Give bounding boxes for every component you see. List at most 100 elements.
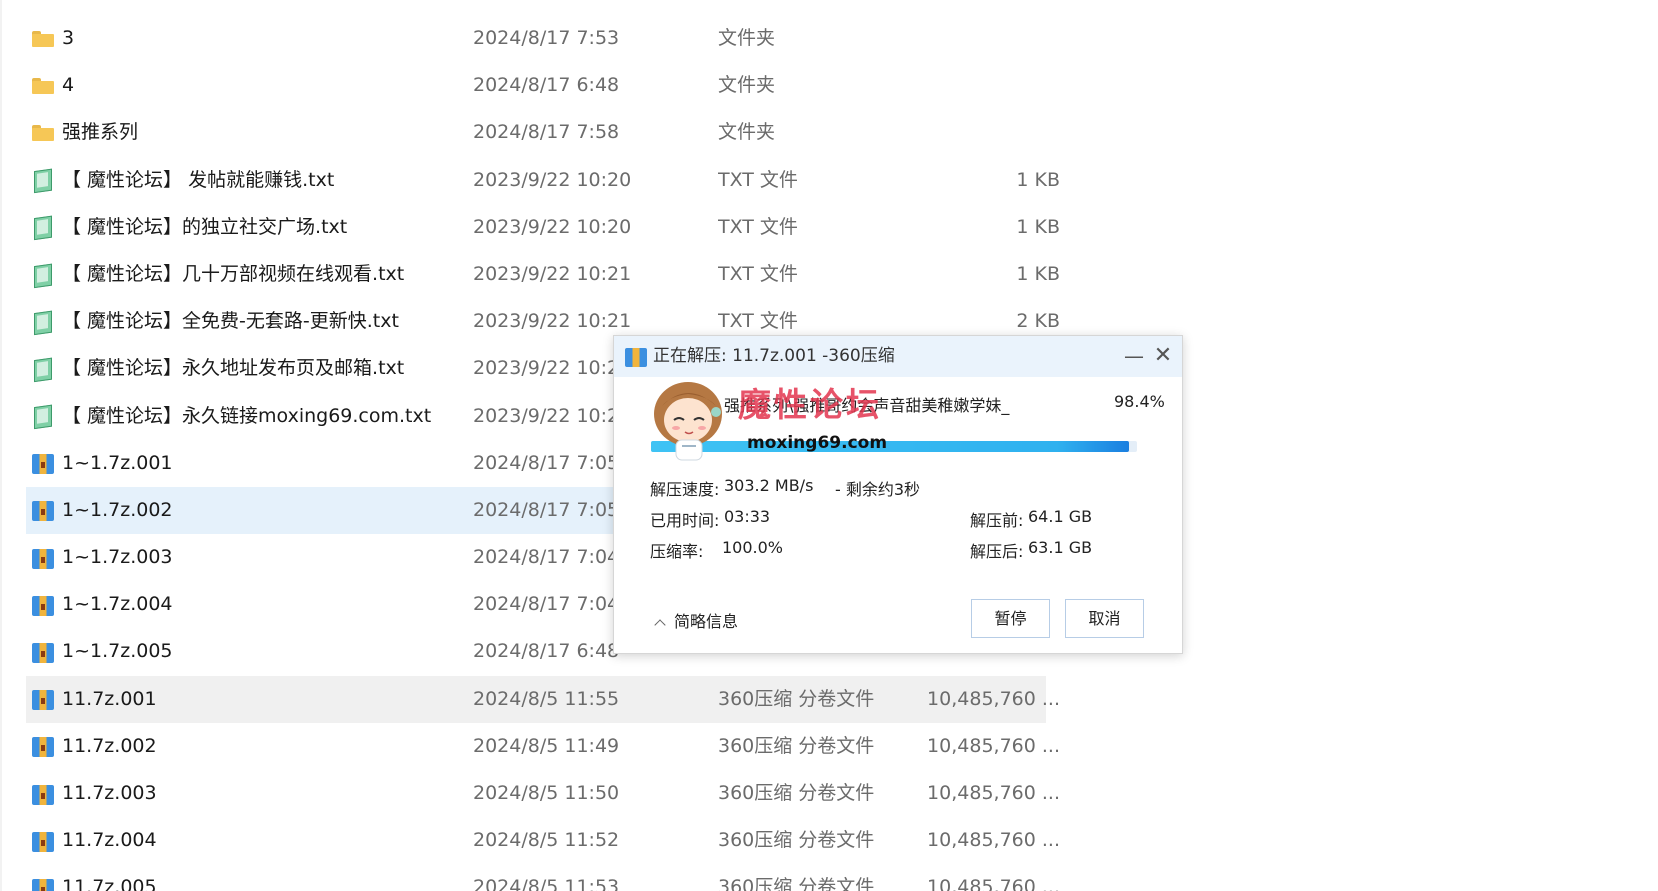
file-size: 10,485,760 ...: [927, 734, 1060, 757]
file-icon-cell: [32, 15, 58, 62]
file-type: TXT 文件: [718, 262, 798, 285]
txt-file-icon: [32, 309, 52, 334]
file-name: 3: [62, 27, 75, 49]
file-date: 2024/8/5 11:49: [473, 734, 620, 757]
txt-file-icon: [32, 262, 52, 287]
file-date: 2023/9/22 10:21: [473, 262, 632, 285]
file-row[interactable]: 【 魔性论坛】几十万部视频在线观看.txt 2023/9/22 10:21 TXT …: [26, 251, 1060, 298]
file-date: 2024/8/17 7:58: [473, 121, 620, 144]
archive-icon: [32, 783, 54, 805]
file-size: 10,485,760 ...: [927, 687, 1060, 710]
file-icon-cell: [32, 770, 58, 817]
file-row[interactable]: 11.7z.001 2024/8/5 11:55 360压缩 分卷文件 10,485,…: [26, 675, 1060, 723]
file-icon-cell: [32, 204, 58, 251]
file-name: 4: [62, 74, 75, 97]
file-date: 2023/9/22 10:20: [473, 215, 632, 238]
size-after-value: 63.1 GB: [1028, 538, 1093, 557]
file-icon-cell: [32, 157, 58, 204]
archive-icon: [32, 452, 54, 475]
pause-button[interactable]: 暂停: [971, 599, 1050, 638]
file-icon-cell: [32, 393, 58, 440]
txt-file-icon: [32, 215, 52, 240]
archive-icon: [32, 688, 54, 711]
file-name: 【 魔性论坛】几十万部视频在线观看.txt: [62, 262, 405, 285]
file-name: 11.7z.003: [62, 782, 157, 804]
file-icon-cell: [32, 440, 58, 487]
file-icon-cell: [32, 251, 58, 298]
file-icon-cell: [32, 487, 58, 534]
size-before-label: 解压前:: [970, 511, 1024, 530]
file-row[interactable]: 【 魔性论坛】 发帖就能赚钱.txt 2023/9/22 10:20 TXT 文件 1…: [26, 157, 1060, 204]
file-type: 360压缩 分卷文件: [718, 782, 875, 804]
file-size: 1 KB: [1016, 262, 1060, 285]
file-size: [900, 62, 1064, 109]
file-type: 文件夹: [718, 27, 776, 49]
elapsed-value: 03:33: [724, 507, 771, 526]
file-date: 2023/9/22 10:20: [473, 168, 632, 191]
ratio-value: 100.0%: [722, 538, 784, 557]
cancel-button[interactable]: 取消: [1065, 599, 1144, 638]
folder-icon: [32, 77, 54, 94]
txt-file-icon: [32, 357, 52, 382]
file-name: 11.7z.001: [62, 687, 157, 710]
file-size: [900, 15, 1064, 62]
file-icon-cell: [32, 676, 58, 723]
file-name: 1~1.7z.003: [62, 546, 173, 569]
file-size: 10,485,760 ...: [927, 829, 1060, 852]
file-name: 强推系列: [62, 121, 139, 144]
file-row[interactable]: 强推系列 2024/8/17 7:58 文件夹: [26, 109, 1046, 156]
brief-info-toggle[interactable]: 简略信息: [654, 608, 739, 632]
file-name: 1~1.7z.005: [62, 640, 173, 663]
archive-icon: [32, 877, 54, 891]
file-row[interactable]: 4 2024/8/17 6:48 文件夹: [26, 62, 1046, 109]
file-row[interactable]: 11.7z.005 2024/8/5 11:53 360压缩 分卷文件 10,485,…: [26, 864, 1060, 891]
file-name: 【 魔性论坛】永久地址发布页及邮箱.txt: [62, 357, 405, 380]
file-name: 【 魔性论坛】全免费-无套路-更新快.txt: [62, 310, 399, 333]
file-row[interactable]: 11.7z.003 2024/8/5 11:50 360压缩 分卷文件 10,485,…: [26, 770, 1060, 817]
file-name: 11.7z.005: [62, 876, 157, 891]
file-row[interactable]: 【 魔性论坛】的独立社交广场.txt 2023/9/22 10:20 TXT 文件 1…: [26, 204, 1060, 251]
file-icon-cell: [32, 723, 58, 770]
file-size: 1 KB: [1016, 168, 1060, 191]
archive-icon: [32, 641, 54, 664]
elapsed-label: 已用时间:: [650, 511, 720, 530]
txt-file-icon: [32, 404, 52, 429]
file-type: 360压缩 分卷文件: [718, 734, 875, 757]
file-type: 360压缩 分卷文件: [718, 687, 875, 710]
file-size: 10,485,760 ...: [927, 876, 1060, 891]
file-type: 360压缩 分卷文件: [718, 876, 875, 891]
txt-file-icon: [32, 168, 52, 193]
close-button[interactable]: ✕: [1151, 344, 1175, 368]
file-date: 2024/8/5 11:53: [473, 876, 620, 891]
file-row[interactable]: 11.7z.004 2024/8/5 11:52 360压缩 分卷文件 10,485,…: [26, 817, 1060, 864]
mascot-watermark-image: [654, 382, 722, 461]
file-name: 【 魔性论坛】的独立社交广场.txt: [62, 215, 348, 238]
file-type: 文件夹: [718, 121, 776, 144]
watermark-url: moxing69.com: [747, 433, 888, 453]
file-name: 11.7z.004: [62, 829, 157, 852]
file-date: 2024/8/17 7:53: [473, 27, 620, 49]
file-size: [900, 109, 1064, 156]
file-name: 【 魔性论坛】永久链接moxing69.com.txt: [62, 404, 432, 427]
file-icon-cell: [32, 581, 58, 628]
file-name: 【 魔性论坛】 发帖就能赚钱.txt: [62, 168, 335, 191]
dialog-titlebar[interactable]: 正在解压: 11.7z.001 -360压缩 — ✕: [614, 336, 1182, 377]
file-name: 1~1.7z.001: [62, 451, 173, 474]
ratio-label: 压缩率:: [650, 542, 704, 561]
speed-label: 解压速度:: [650, 480, 720, 499]
brief-info-label: 简略信息: [674, 612, 739, 631]
minimize-button[interactable]: —: [1122, 344, 1146, 368]
dialog-title: 正在解压: 11.7z.001 -360压缩: [653, 346, 895, 366]
archive-icon: [32, 547, 54, 569]
archive-icon: [32, 499, 54, 522]
folder-icon: [32, 124, 54, 141]
file-icon-cell: [32, 534, 58, 581]
file-icon-cell: [32, 628, 58, 675]
file-row[interactable]: 11.7z.002 2024/8/5 11:49 360压缩 分卷文件 10,485,…: [26, 723, 1060, 770]
file-row[interactable]: 3 2024/8/17 7:53 文件夹: [26, 15, 1046, 62]
watermark-text: 魔性论坛: [738, 385, 882, 424]
size-after-label: 解压后:: [970, 542, 1024, 561]
file-type: TXT 文件: [718, 168, 798, 191]
file-name: 11.7z.002: [62, 734, 157, 757]
window-edge: [0, 0, 2, 891]
